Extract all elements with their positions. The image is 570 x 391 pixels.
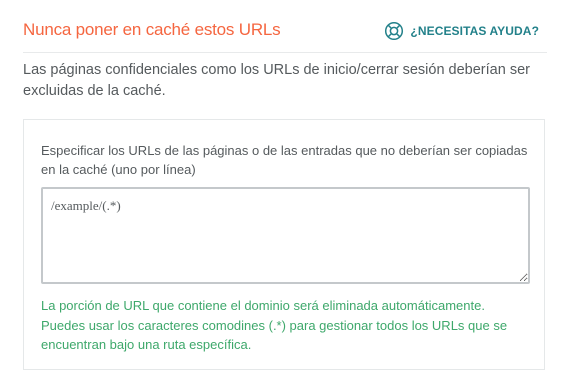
help-text-line-1: La porción de URL que contiene el domini… [41,298,485,313]
urls-field-label: Especificar los URLs de las páginas o de… [41,143,528,177]
help-text-line-2: Puedes usar los caracteres comodines (.*… [41,317,508,353]
section-title: Nunca poner en caché estos URLs [23,20,281,39]
need-help-link[interactable]: ¿NECESITAS AYUDA? [384,21,539,41]
lifebuoy-icon [385,21,404,41]
section-description: Las páginas confidenciales como los URLs… [23,62,530,99]
never-cache-urls-panel: Especificar los URLs de las páginas o de… [23,119,545,370]
need-help-label: ¿NECESITAS AYUDA? [410,24,539,38]
urls-help-text: La porción de URL que contiene el domini… [41,296,531,355]
excluded-urls-textarea[interactable]: /example/(.*) [41,187,530,284]
section-header: Nunca poner en caché estos URLs ¿NECESIT… [23,18,547,53]
